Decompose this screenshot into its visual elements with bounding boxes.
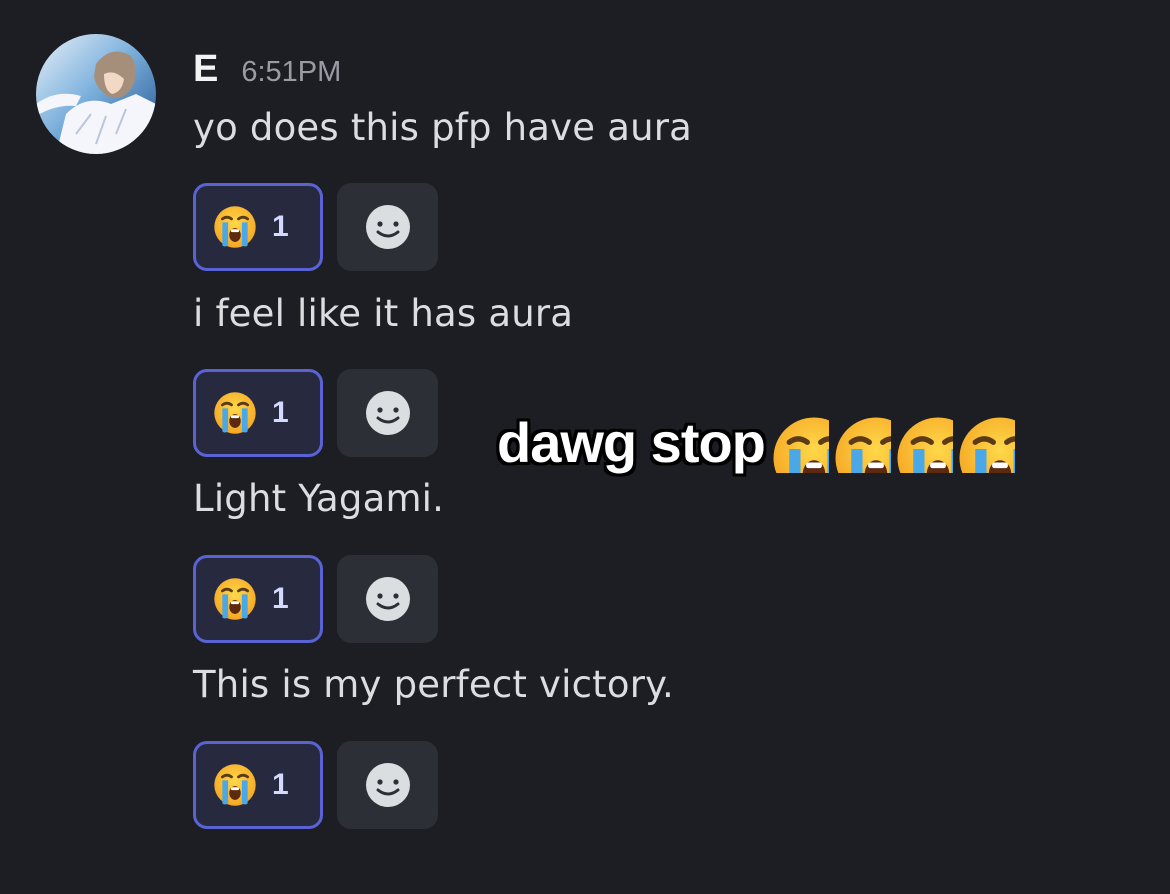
- loudly-crying-face-icon: [212, 576, 258, 622]
- loudly-crying-face-icon: [212, 390, 258, 436]
- reaction-count: 1: [272, 768, 289, 801]
- reaction-bar: 1: [193, 369, 438, 457]
- overlay-caption-text: dawg stop: [497, 411, 766, 474]
- reaction-bar: 1: [193, 183, 438, 271]
- add-reaction-button[interactable]: [337, 369, 438, 457]
- loudly-crying-face-icon: [769, 413, 829, 473]
- reaction-count: 1: [272, 396, 289, 429]
- message-text: yo does this pfp have aura: [193, 106, 693, 149]
- message-text: Light Yagami.: [193, 477, 445, 520]
- loudly-crying-face-icon: [955, 413, 1015, 473]
- reaction-bar: 1: [193, 741, 438, 829]
- loudly-crying-face-icon: [212, 762, 258, 808]
- reaction-pill[interactable]: 1: [193, 369, 323, 457]
- add-reaction-button[interactable]: [337, 555, 438, 643]
- smiley-face-icon: [365, 391, 410, 435]
- message-header: E 6:51PM: [193, 48, 341, 92]
- reaction-pill[interactable]: 1: [193, 555, 323, 643]
- reaction-pill[interactable]: 1: [193, 183, 323, 271]
- smiley-face-icon: [365, 577, 410, 621]
- anime-character-avatar: [36, 34, 156, 154]
- reaction-bar: 1: [193, 555, 438, 643]
- loudly-crying-face-icon: [831, 413, 891, 473]
- smiley-face-icon: [365, 763, 410, 807]
- add-reaction-button[interactable]: [337, 183, 438, 271]
- reaction-count: 1: [272, 582, 289, 615]
- reaction-pill[interactable]: 1: [193, 741, 323, 829]
- author-name[interactable]: E: [193, 48, 219, 91]
- overlay-emoji-row: [769, 413, 1017, 473]
- message-text: i feel like it has aura: [193, 292, 574, 335]
- overlay-caption: dawg stop: [497, 410, 1017, 475]
- add-reaction-button[interactable]: [337, 741, 438, 829]
- loudly-crying-face-icon: [893, 413, 953, 473]
- avatar[interactable]: [36, 34, 156, 154]
- loudly-crying-face-icon: [212, 204, 258, 250]
- timestamp: 6:51PM: [241, 56, 342, 88]
- message-text: This is my perfect victory.: [193, 663, 674, 706]
- reaction-count: 1: [272, 210, 289, 243]
- smiley-face-icon: [365, 205, 410, 249]
